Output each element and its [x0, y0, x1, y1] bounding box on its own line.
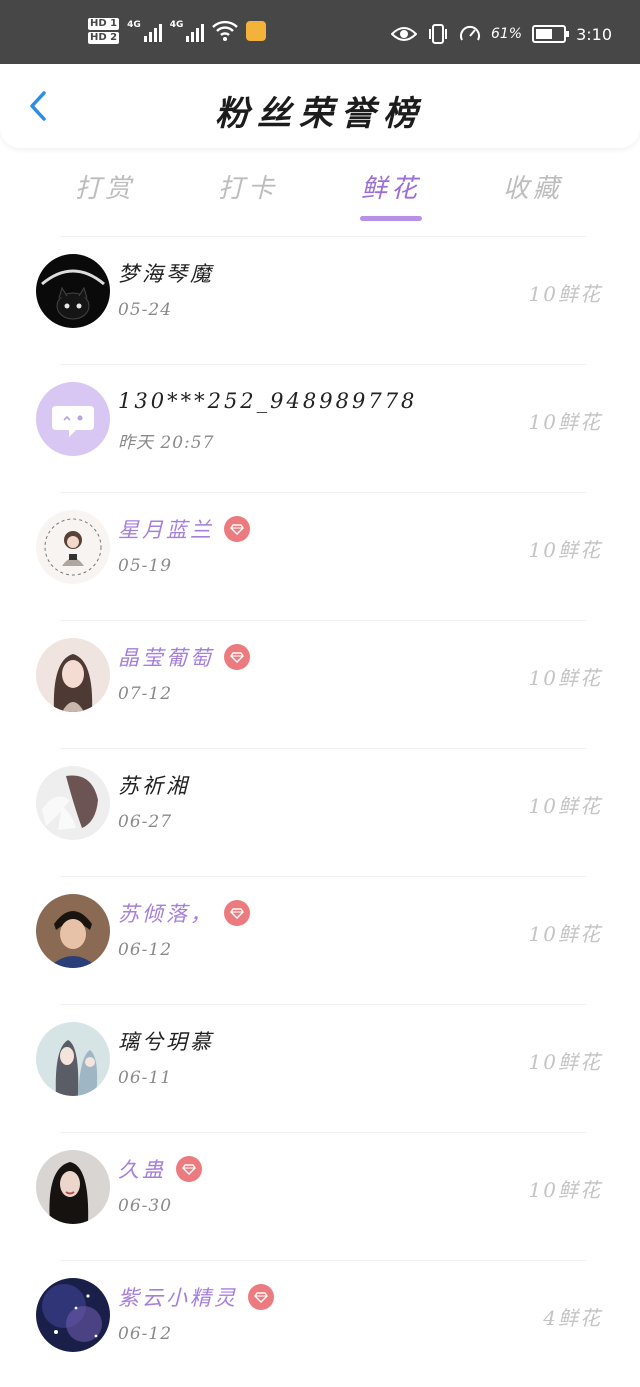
clock: 3:10 [576, 24, 612, 44]
avatar[interactable] [36, 1150, 110, 1224]
battery-fill [536, 29, 552, 39]
diamond-icon [224, 516, 250, 542]
avatar[interactable] [36, 1278, 110, 1352]
tab-active-indicator [360, 216, 422, 221]
avatar[interactable] [36, 1022, 110, 1096]
flower-count: 10鲜花 [528, 666, 602, 690]
fan-name: 苏倾落， [118, 902, 214, 926]
flower-count: 4鲜花 [543, 1306, 602, 1330]
fan-date: 06-11 [118, 1068, 173, 1088]
fan-date: 05-19 [118, 556, 173, 576]
flower-count: 10鲜花 [528, 410, 602, 434]
flower-count: 10鲜花 [528, 922, 602, 946]
signal-2-icon: 4G [170, 20, 205, 42]
tab-checkin[interactable]: 打卡 [188, 168, 308, 205]
tab-bar: 打赏 打卡 鲜花 收藏 [0, 160, 640, 224]
fan-name: 苏祈湘 [118, 774, 190, 798]
avatar[interactable] [36, 766, 110, 840]
fan-name: 梦海琴魔 [118, 262, 214, 286]
tab-tip[interactable]: 打赏 [45, 168, 165, 205]
list-item[interactable]: 苏倾落， 06-12 10鲜花 [0, 876, 640, 1004]
fan-name: 星月蓝兰 [118, 518, 214, 542]
battery-percent: 61% [490, 26, 523, 42]
list-item[interactable]: 久蛊 06-30 10鲜花 [0, 1132, 640, 1260]
status-bar: HD 1 HD 2 4G 4G 61% 3:10 [0, 0, 640, 64]
diamond-icon [176, 1156, 202, 1182]
fan-date: 06-27 [118, 812, 173, 832]
diamond-icon [224, 900, 250, 926]
diamond-icon [248, 1284, 274, 1310]
flower-count: 10鲜花 [528, 538, 602, 562]
avatar[interactable] [36, 894, 110, 968]
tab-favorites[interactable]: 收藏 [473, 168, 593, 205]
list-item[interactable]: 紫云小精灵 06-12 4鲜花 [0, 1260, 640, 1387]
fan-name: 130***252_948989778 [118, 389, 418, 413]
list-item[interactable]: 苏祈湘 06-27 10鲜花 [0, 748, 640, 876]
sim1-label: HD 1 [88, 18, 120, 30]
fan-date: 06-30 [118, 1196, 173, 1216]
vibrate-icon [428, 24, 447, 44]
flower-count: 10鲜花 [528, 282, 602, 306]
sim-indicators: HD 1 HD 2 [88, 18, 120, 44]
speed-icon [459, 25, 480, 41]
battery-icon [532, 25, 570, 43]
avatar[interactable] [36, 510, 110, 584]
flower-count: 10鲜花 [528, 794, 602, 818]
signal-1-icon: 4G [127, 20, 162, 42]
status-right: 61% 3:10 [390, 24, 612, 44]
wifi-icon [212, 20, 239, 41]
avatar[interactable] [36, 382, 110, 456]
diamond-icon [224, 644, 250, 670]
list-item[interactable]: 晶莹葡萄 07-12 10鲜花 [0, 620, 640, 748]
fan-name: 璃兮玥慕 [118, 1030, 214, 1054]
avatar[interactable] [36, 638, 110, 712]
sim2-label: HD 2 [88, 32, 120, 44]
list-item[interactable]: 梦海琴魔 05-24 10鲜花 [0, 236, 640, 364]
app-header: 粉丝荣誉榜 [0, 64, 640, 148]
list-item[interactable]: 璃兮玥慕 06-11 10鲜花 [0, 1004, 640, 1132]
fan-date: 05-24 [118, 300, 173, 320]
avatar[interactable] [36, 254, 110, 328]
fan-date: 06-12 [118, 940, 173, 960]
fan-name: 久蛊 [118, 1158, 166, 1182]
fan-ranking-list: 梦海琴魔 05-24 10鲜花 130***252_948989778 昨天 2… [0, 236, 640, 1387]
flower-count: 10鲜花 [528, 1178, 602, 1202]
page-title: 粉丝荣誉榜 [215, 94, 425, 134]
fan-date: 昨天 20:57 [118, 433, 215, 453]
tab-flowers[interactable]: 鲜花 [331, 168, 451, 205]
flower-count: 10鲜花 [528, 1050, 602, 1074]
fan-date: 07-12 [118, 684, 173, 704]
list-item[interactable]: 星月蓝兰 05-19 10鲜花 [0, 492, 640, 620]
eye-icon [390, 27, 417, 41]
app-notification-icon [246, 21, 267, 41]
list-item[interactable]: 130***252_948989778 昨天 20:57 10鲜花 [0, 364, 640, 492]
fan-name: 紫云小精灵 [118, 1286, 238, 1310]
fan-name: 晶莹葡萄 [118, 646, 214, 670]
status-left: HD 1 HD 2 4G 4G [88, 18, 267, 44]
fan-date: 06-12 [118, 1324, 173, 1344]
